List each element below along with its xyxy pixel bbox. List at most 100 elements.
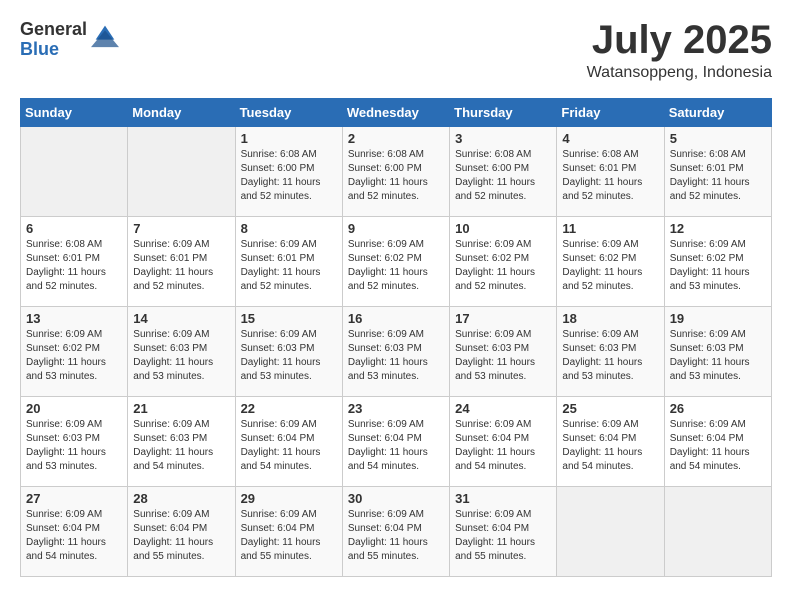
cell-content: Sunrise: 6:09 AM Sunset: 6:02 PM Dayligh… bbox=[26, 328, 122, 384]
header-day: Thursday bbox=[450, 99, 557, 127]
calendar-cell: 1Sunrise: 6:08 AM Sunset: 6:00 PM Daylig… bbox=[235, 127, 342, 217]
logo-text: General Blue bbox=[20, 20, 87, 60]
logo-general: General bbox=[20, 20, 87, 40]
logo-icon bbox=[91, 21, 119, 49]
cell-content: Sunrise: 6:08 AM Sunset: 6:01 PM Dayligh… bbox=[562, 148, 658, 204]
cell-content: Sunrise: 6:09 AM Sunset: 6:04 PM Dayligh… bbox=[133, 508, 229, 564]
cell-content: Sunrise: 6:09 AM Sunset: 6:03 PM Dayligh… bbox=[26, 418, 122, 474]
cell-content: Sunrise: 6:09 AM Sunset: 6:04 PM Dayligh… bbox=[670, 418, 766, 474]
calendar-cell: 9 Sunrise: 6:09 AM Sunset: 6:02 PM Daylig… bbox=[342, 217, 449, 307]
calendar-cell: 11 Sunrise: 6:09 AM Sunset: 6:02 PM Dayli… bbox=[557, 217, 664, 307]
day-number: 9 bbox=[348, 221, 444, 236]
calendar-cell: 31Sunrise: 6:09 AM Sunset: 6:04 PM Dayli… bbox=[450, 487, 557, 577]
day-number: 29 bbox=[241, 491, 337, 506]
calendar-cell: 8 Sunrise: 6:09 AM Sunset: 6:01 PM Daylig… bbox=[235, 217, 342, 307]
day-number: 4 bbox=[562, 131, 658, 146]
day-number: 8 bbox=[241, 221, 337, 236]
cell-content: Sunrise: 6:09 AM Sunset: 6:03 PM Dayligh… bbox=[133, 328, 229, 384]
cell-content: Sunrise: 6:09 AM Sunset: 6:04 PM Dayligh… bbox=[348, 418, 444, 474]
calendar-cell: 16Sunrise: 6:09 AM Sunset: 6:03 PM Dayli… bbox=[342, 307, 449, 397]
calendar-cell: 12 Sunrise: 6:09 AM Sunset: 6:02 PM Dayli… bbox=[664, 217, 771, 307]
day-number: 21 bbox=[133, 401, 229, 416]
calendar-cell: 7 Sunrise: 6:09 AM Sunset: 6:01 PM Daylig… bbox=[128, 217, 235, 307]
cell-content: Sunrise: 6:08 AM Sunset: 6:00 PM Dayligh… bbox=[348, 148, 444, 204]
header-day: Wednesday bbox=[342, 99, 449, 127]
day-number: 7 bbox=[133, 221, 229, 236]
calendar-cell: 10 Sunrise: 6:09 AM Sunset: 6:02 PM Dayli… bbox=[450, 217, 557, 307]
calendar-cell bbox=[21, 127, 128, 217]
cell-content: Sunrise: 6:08 AM Sunset: 6:01 PM Dayligh… bbox=[670, 148, 766, 204]
day-number: 15 bbox=[241, 311, 337, 326]
day-number: 10 bbox=[455, 221, 551, 236]
cell-content: Sunrise: 6:09 AM Sunset: 6:02 PM Dayligh… bbox=[562, 238, 658, 294]
calendar-cell: 24 Sunrise: 6:09 AM Sunset: 6:04 PM Dayli… bbox=[450, 397, 557, 487]
cell-content: Sunrise: 6:09 AM Sunset: 6:04 PM Dayligh… bbox=[241, 508, 337, 564]
calendar-cell: 26 Sunrise: 6:09 AM Sunset: 6:04 PM Dayli… bbox=[664, 397, 771, 487]
day-number: 16 bbox=[348, 311, 444, 326]
day-number: 18 bbox=[562, 311, 658, 326]
cell-content: Sunrise: 6:08 AM Sunset: 6:01 PM Dayligh… bbox=[26, 238, 122, 294]
calendar-cell: 30 Sunrise: 6:09 AM Sunset: 6:04 PM Dayli… bbox=[342, 487, 449, 577]
calendar-cell: 19 Sunrise: 6:09 AM Sunset: 6:03 PM Dayli… bbox=[664, 307, 771, 397]
header-day: Saturday bbox=[664, 99, 771, 127]
day-number: 12 bbox=[670, 221, 766, 236]
calendar-week: 6 Sunrise: 6:08 AM Sunset: 6:01 PM Daylig… bbox=[21, 217, 772, 307]
day-number: 30 bbox=[348, 491, 444, 506]
day-number: 3 bbox=[455, 131, 551, 146]
header-day: Friday bbox=[557, 99, 664, 127]
calendar-cell: 17Sunrise: 6:09 AM Sunset: 6:03 PM Dayli… bbox=[450, 307, 557, 397]
cell-content: Sunrise: 6:09 AM Sunset: 6:03 PM Dayligh… bbox=[133, 418, 229, 474]
calendar-body: 1Sunrise: 6:08 AM Sunset: 6:00 PM Daylig… bbox=[21, 127, 772, 577]
cell-content: Sunrise: 6:09 AM Sunset: 6:03 PM Dayligh… bbox=[670, 328, 766, 384]
cell-content: Sunrise: 6:09 AM Sunset: 6:02 PM Dayligh… bbox=[348, 238, 444, 294]
calendar-week: 27 Sunrise: 6:09 AM Sunset: 6:04 PM Dayli… bbox=[21, 487, 772, 577]
calendar-cell: 25Sunrise: 6:09 AM Sunset: 6:04 PM Dayli… bbox=[557, 397, 664, 487]
day-number: 19 bbox=[670, 311, 766, 326]
logo: General Blue bbox=[20, 20, 119, 60]
day-number: 25 bbox=[562, 401, 658, 416]
calendar-cell: 2 Sunrise: 6:08 AM Sunset: 6:00 PM Daylig… bbox=[342, 127, 449, 217]
day-number: 27 bbox=[26, 491, 122, 506]
calendar-week: 20 Sunrise: 6:09 AM Sunset: 6:03 PM Dayli… bbox=[21, 397, 772, 487]
calendar-cell: 22Sunrise: 6:09 AM Sunset: 6:04 PM Dayli… bbox=[235, 397, 342, 487]
cell-content: Sunrise: 6:09 AM Sunset: 6:03 PM Dayligh… bbox=[562, 328, 658, 384]
calendar-cell: 6 Sunrise: 6:08 AM Sunset: 6:01 PM Daylig… bbox=[21, 217, 128, 307]
header-day: Sunday bbox=[21, 99, 128, 127]
logo-blue: Blue bbox=[20, 40, 87, 60]
cell-content: Sunrise: 6:09 AM Sunset: 6:02 PM Dayligh… bbox=[670, 238, 766, 294]
calendar-week: 13 Sunrise: 6:09 AM Sunset: 6:02 PM Dayli… bbox=[21, 307, 772, 397]
day-number: 20 bbox=[26, 401, 122, 416]
day-number: 17 bbox=[455, 311, 551, 326]
calendar-cell: 15Sunrise: 6:09 AM Sunset: 6:03 PM Dayli… bbox=[235, 307, 342, 397]
calendar-cell: 5Sunrise: 6:08 AM Sunset: 6:01 PM Daylig… bbox=[664, 127, 771, 217]
cell-content: Sunrise: 6:09 AM Sunset: 6:01 PM Dayligh… bbox=[133, 238, 229, 294]
cell-content: Sunrise: 6:08 AM Sunset: 6:00 PM Dayligh… bbox=[241, 148, 337, 204]
day-number: 23 bbox=[348, 401, 444, 416]
cell-content: Sunrise: 6:09 AM Sunset: 6:04 PM Dayligh… bbox=[455, 508, 551, 564]
cell-content: Sunrise: 6:09 AM Sunset: 6:04 PM Dayligh… bbox=[26, 508, 122, 564]
day-number: 6 bbox=[26, 221, 122, 236]
calendar-cell: 27 Sunrise: 6:09 AM Sunset: 6:04 PM Dayli… bbox=[21, 487, 128, 577]
month-title: July 2025 bbox=[587, 20, 772, 60]
title-block: July 2025 Watansoppeng, Indonesia bbox=[587, 20, 772, 82]
cell-content: Sunrise: 6:09 AM Sunset: 6:04 PM Dayligh… bbox=[348, 508, 444, 564]
day-number: 2 bbox=[348, 131, 444, 146]
calendar-cell bbox=[557, 487, 664, 577]
day-number: 13 bbox=[26, 311, 122, 326]
calendar-cell bbox=[128, 127, 235, 217]
cell-content: Sunrise: 6:09 AM Sunset: 6:01 PM Dayligh… bbox=[241, 238, 337, 294]
day-number: 11 bbox=[562, 221, 658, 236]
calendar-cell: 28 Sunrise: 6:09 AM Sunset: 6:04 PM Dayli… bbox=[128, 487, 235, 577]
day-number: 28 bbox=[133, 491, 229, 506]
day-number: 26 bbox=[670, 401, 766, 416]
calendar-cell: 18 Sunrise: 6:09 AM Sunset: 6:03 PM Dayli… bbox=[557, 307, 664, 397]
calendar-cell bbox=[664, 487, 771, 577]
cell-content: Sunrise: 6:08 AM Sunset: 6:00 PM Dayligh… bbox=[455, 148, 551, 204]
calendar-cell: 4 Sunrise: 6:08 AM Sunset: 6:01 PM Daylig… bbox=[557, 127, 664, 217]
cell-content: Sunrise: 6:09 AM Sunset: 6:04 PM Dayligh… bbox=[241, 418, 337, 474]
cell-content: Sunrise: 6:09 AM Sunset: 6:02 PM Dayligh… bbox=[455, 238, 551, 294]
cell-content: Sunrise: 6:09 AM Sunset: 6:04 PM Dayligh… bbox=[455, 418, 551, 474]
calendar-table: SundayMondayTuesdayWednesdayThursdayFrid… bbox=[20, 98, 772, 577]
calendar-cell: 29 Sunrise: 6:09 AM Sunset: 6:04 PM Dayli… bbox=[235, 487, 342, 577]
day-number: 24 bbox=[455, 401, 551, 416]
